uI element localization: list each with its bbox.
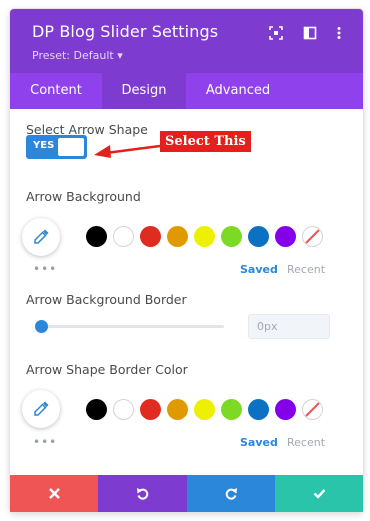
redo-icon xyxy=(225,488,237,500)
eyedropper-icon xyxy=(34,229,49,244)
swatch-black[interactable] xyxy=(86,226,107,247)
swatch-white[interactable] xyxy=(113,399,134,420)
recent-colors-tab[interactable]: Recent xyxy=(287,436,325,449)
tab-content[interactable]: Content xyxy=(10,73,102,109)
undo-icon xyxy=(137,488,149,500)
swatch-none-icon[interactable] xyxy=(302,226,323,247)
modal-title: DP Blog Slider Settings xyxy=(32,22,219,41)
preset-dropdown[interactable]: Preset: Default ▾ xyxy=(32,49,123,62)
expand-icon[interactable] xyxy=(269,26,283,40)
tab-advanced[interactable]: Advanced xyxy=(186,73,290,109)
border-slider-handle[interactable] xyxy=(35,320,48,333)
discard-button[interactable] xyxy=(10,475,98,512)
swatch-purple[interactable] xyxy=(275,226,296,247)
swatch-black[interactable] xyxy=(86,399,107,420)
redo-button[interactable] xyxy=(187,475,275,512)
swatch-white[interactable] xyxy=(113,226,134,247)
annotation-callout: Select This xyxy=(160,131,251,152)
swatch-red[interactable] xyxy=(140,226,161,247)
close-icon xyxy=(48,488,60,499)
swatch-green[interactable] xyxy=(221,226,242,247)
swatch-yellow[interactable] xyxy=(194,399,215,420)
more-colors-icon[interactable]: ••• xyxy=(33,262,57,276)
arrow-shape-toggle[interactable]: YES xyxy=(26,135,87,159)
toggle-yes-text: YES xyxy=(33,140,55,151)
swatch-blue[interactable] xyxy=(248,226,269,247)
arrow-background-label: Arrow Background xyxy=(26,189,141,204)
undo-button[interactable] xyxy=(98,475,187,512)
more-vertical-icon[interactable] xyxy=(332,26,346,40)
saved-colors-tab[interactable]: Saved xyxy=(240,263,278,276)
swatch-purple[interactable] xyxy=(275,399,296,420)
border-color-picker-button[interactable] xyxy=(22,390,60,428)
sidebar-layout-icon[interactable] xyxy=(303,26,317,40)
modal-header: DP Blog Slider Settings Preset: Default … xyxy=(10,9,363,73)
swatch-blue[interactable] xyxy=(248,399,269,420)
swatch-none-icon[interactable] xyxy=(302,399,323,420)
tab-design[interactable]: Design xyxy=(102,73,186,109)
arrow-background-border-label: Arrow Background Border xyxy=(26,292,187,307)
more-colors-icon[interactable]: ••• xyxy=(33,435,57,449)
border-slider-track[interactable] xyxy=(36,325,224,328)
modal-footer xyxy=(10,475,363,512)
save-button[interactable] xyxy=(275,475,363,512)
toggle-knob xyxy=(58,138,84,156)
color-picker-button[interactable] xyxy=(22,218,60,256)
border-width-input[interactable]: 0px xyxy=(248,314,330,339)
check-icon xyxy=(313,489,325,499)
swatch-green[interactable] xyxy=(221,399,242,420)
tab-bar: Content Design Advanced xyxy=(10,73,363,109)
arrow-shape-border-color-label: Arrow Shape Border Color xyxy=(26,362,188,377)
saved-colors-tab[interactable]: Saved xyxy=(240,436,278,449)
eyedropper-icon xyxy=(34,401,49,416)
swatch-red[interactable] xyxy=(140,399,161,420)
annotation-arrow-icon xyxy=(94,144,161,158)
swatch-yellow[interactable] xyxy=(194,226,215,247)
recent-colors-tab[interactable]: Recent xyxy=(287,263,325,276)
swatch-orange[interactable] xyxy=(167,399,188,420)
swatch-orange[interactable] xyxy=(167,226,188,247)
